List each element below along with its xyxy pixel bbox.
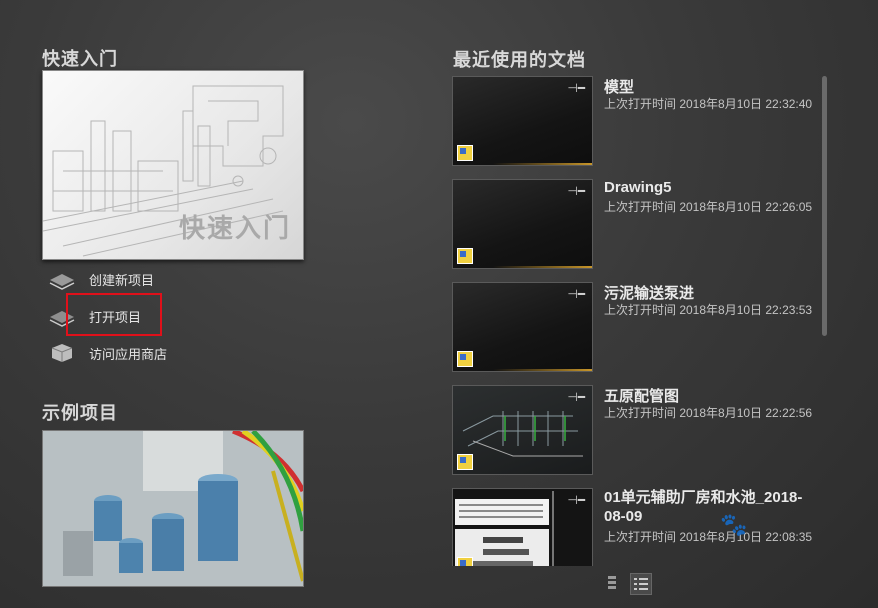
paw-watermark-icon: 🐾 — [720, 512, 748, 537]
document-thumbnail[interactable]: ⊣━ — [452, 179, 593, 269]
pin-icon[interactable]: ⊣━ — [567, 82, 585, 94]
file-type-icon — [457, 557, 473, 566]
document-last-opened: 上次打开时间 2018年8月10日 22:26:05 — [604, 200, 813, 214]
create-project-link[interactable]: 创建新项目 — [48, 268, 154, 290]
pin-icon[interactable]: ⊣━ — [567, 185, 585, 197]
recent-document-item[interactable]: ⊣━ 五原配管图 上次打开时间 2018年8月10日 22:22:56 — [452, 385, 820, 477]
document-last-opened: 上次打开时间 2018年8月10日 22:23:53 — [604, 303, 813, 317]
document-last-opened: 上次打开时间 2018年8月10日 22:32:40 — [604, 97, 813, 111]
quick-start-thumbnail[interactable]: 快速入门 — [42, 70, 304, 260]
recent-documents-title: 最近使用的文档 — [453, 50, 586, 70]
quick-start-title: 快速入门 — [42, 49, 118, 69]
document-name[interactable]: 01单元辅助厂房和水池_2018-08-09 — [604, 488, 814, 526]
file-type-icon — [457, 248, 473, 264]
pin-icon[interactable]: ⊣━ — [567, 391, 585, 403]
large-thumbnail-view-icon[interactable] — [602, 573, 622, 593]
sample-projects-title: 示例项目 — [42, 403, 118, 423]
document-name[interactable]: 污泥输送泵进 — [604, 282, 694, 303]
recent-documents-list: ⊣━ 模型 上次打开时间 2018年8月10日 22:32:40 ⊣━ Draw… — [452, 76, 820, 566]
file-type-icon — [457, 145, 473, 161]
document-name[interactable]: Drawing5 — [604, 179, 672, 196]
document-name[interactable]: 五原配管图 — [604, 385, 679, 406]
recent-document-item[interactable]: ⊣━ Drawing5 上次打开时间 2018年8月10日 22:26:05 — [452, 179, 820, 271]
scrollbar-thumb[interactable] — [822, 76, 827, 336]
file-type-icon — [457, 351, 473, 367]
document-thumbnail[interactable]: ⊣━ — [452, 282, 593, 372]
document-thumbnail[interactable]: ⊣━ — [452, 488, 593, 566]
recent-documents-scrollbar[interactable] — [822, 76, 828, 562]
pin-icon[interactable]: ⊣━ — [567, 494, 585, 506]
thumbnail-accent-bar — [493, 369, 592, 371]
quick-start-thumbnail-label: 快速入门 — [178, 213, 291, 243]
recent-document-item[interactable]: ⊣━ 污泥输送泵进 上次打开时间 2018年8月10日 22:23:53 — [452, 282, 820, 374]
thumbnail-accent-bar — [493, 266, 592, 268]
list-view-icon[interactable] — [630, 573, 652, 595]
app-store-icon — [48, 342, 76, 364]
recent-document-item[interactable]: ⊣━ 01单元辅助厂房和水池_2018-08-09 上次打开时间 2018年8月… — [452, 488, 820, 566]
pin-icon[interactable]: ⊣━ — [567, 288, 585, 300]
file-type-icon — [457, 454, 473, 470]
document-name[interactable]: 模型 — [604, 76, 634, 97]
sample-plant-image — [43, 431, 303, 586]
document-thumbnail[interactable]: ⊣━ — [452, 76, 593, 166]
app-store-link[interactable]: 访问应用商店 — [48, 342, 167, 364]
create-project-label: 创建新项目 — [89, 272, 155, 288]
recent-document-item[interactable]: ⊣━ 模型 上次打开时间 2018年8月10日 22:32:40 — [452, 76, 820, 168]
document-thumbnail[interactable]: ⊣━ — [452, 385, 593, 475]
highlight-annotation-box — [66, 293, 162, 336]
thumbnail-accent-bar — [493, 163, 592, 165]
document-last-opened: 上次打开时间 2018年8月10日 22:22:56 — [604, 406, 813, 420]
create-project-icon — [48, 268, 76, 290]
sample-project-thumbnail[interactable] — [42, 430, 304, 587]
app-store-label: 访问应用商店 — [89, 346, 168, 362]
document-last-opened: 上次打开时间 2018年8月10日 22:08:35 — [604, 530, 813, 544]
